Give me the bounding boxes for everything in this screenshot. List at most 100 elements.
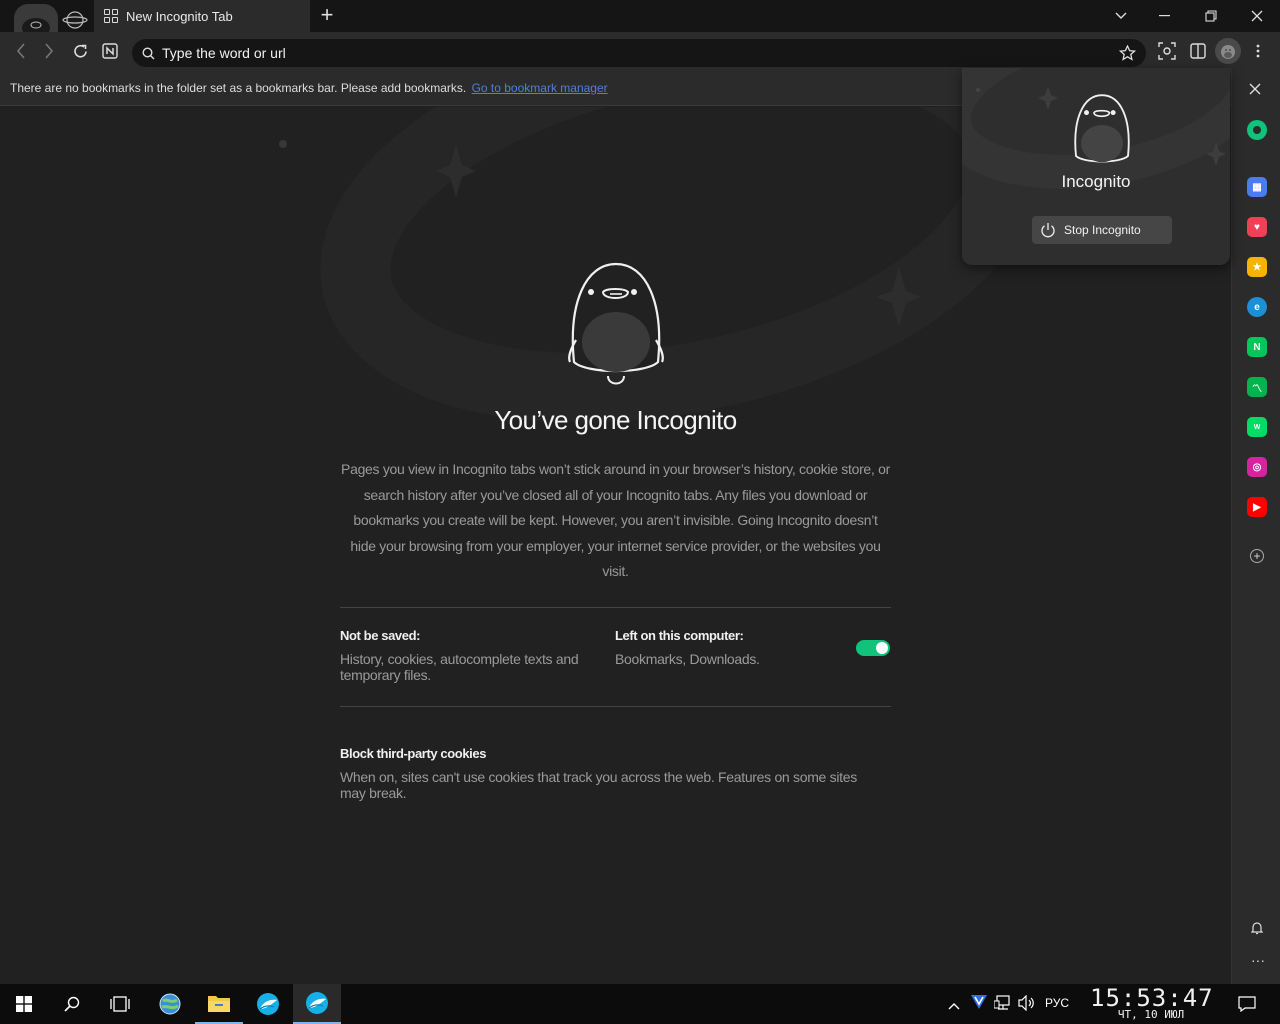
taskbar-search-button[interactable] [48, 984, 96, 1024]
left-on-computer-title: Left on this computer: [615, 628, 744, 643]
arrow-right-icon [45, 43, 54, 59]
sidebar-item-pocket[interactable]: ♥ [1247, 217, 1267, 237]
toggle-knob [876, 642, 888, 654]
sidebar-item-calendar[interactable]: ▦ [1247, 177, 1267, 197]
chevron-up-icon [948, 1003, 960, 1010]
instagram-icon: ◎ [1252, 461, 1262, 473]
split-view-button[interactable] [1187, 40, 1209, 62]
minimize-button[interactable] [1142, 0, 1188, 32]
incognito-avatar-icon [1221, 45, 1235, 59]
divider [340, 607, 891, 608]
more-horizontal-icon: ··· [1251, 952, 1265, 968]
page-title: You’ve gone Incognito [494, 405, 737, 435]
sidebar-more-button[interactable]: ··· [1251, 952, 1265, 968]
notifications-button[interactable] [1250, 921, 1264, 940]
search-icon [140, 45, 156, 61]
restore-button[interactable] [1188, 0, 1234, 32]
search-icon [64, 996, 80, 1012]
sidebar-item-youtube[interactable]: ▶ [1247, 497, 1267, 517]
arrow-left-icon [16, 43, 25, 59]
sidebar-item-green-dot[interactable] [1247, 120, 1267, 140]
capture-icon [1158, 42, 1176, 60]
sidebar-item-instagram[interactable]: ◎ [1247, 457, 1267, 477]
calendar-icon: ▦ [1252, 181, 1262, 193]
input-language[interactable]: РУС [1045, 996, 1069, 1010]
new-tab-button[interactable]: + [316, 4, 338, 26]
block-cookies-toggle[interactable] [856, 640, 890, 656]
menu-button[interactable] [1247, 40, 1269, 62]
sidebar-item-naver[interactable]: N [1247, 337, 1267, 357]
star-icon: ★ [1252, 261, 1262, 273]
action-center-button[interactable] [1230, 984, 1264, 1024]
title-bar: New Incognito Tab + [0, 0, 1280, 32]
plus-icon: + [1253, 549, 1261, 563]
taskbar-app-file-explorer[interactable] [195, 984, 243, 1024]
stop-incognito-label: Stop Incognito [1064, 223, 1141, 237]
tab-new-incognito[interactable]: New Incognito Tab [94, 0, 310, 32]
divider [340, 706, 891, 707]
address-input[interactable] [162, 45, 1062, 61]
pocket-icon: ♥ [1254, 221, 1260, 233]
tray-vpn-icon[interactable] [970, 994, 988, 1015]
tray-overflow-button[interactable] [948, 997, 960, 1015]
incognito-penguin-logo [568, 262, 664, 385]
tray-network-icon[interactable] [993, 995, 1012, 1016]
bookmark-manager-link[interactable]: Go to bookmark manager [472, 81, 608, 95]
not-saved-title: Not be saved: [340, 628, 421, 643]
task-view-button[interactable] [96, 984, 144, 1024]
sidebar-item-edge[interactable]: e [1247, 297, 1267, 317]
profile-button[interactable] [1215, 38, 1241, 64]
speaker-icon [1018, 994, 1034, 1012]
reload-button[interactable] [69, 40, 91, 62]
v-shield-icon [971, 995, 987, 1009]
notification-icon [1238, 996, 1256, 1012]
naver-icon: N [1253, 341, 1261, 353]
incognito-popup: Incognito Stop Incognito [962, 68, 1230, 265]
globe-app-icon [159, 993, 181, 1015]
start-button[interactable] [0, 984, 48, 1024]
taskbar-app-browser[interactable] [146, 984, 194, 1024]
split-view-icon [1190, 43, 1206, 59]
whale-browser-icon [306, 992, 328, 1014]
tabs-grid-icon [104, 9, 118, 23]
close-sidebar-button[interactable] [1249, 82, 1261, 100]
pinned-tab[interactable] [14, 4, 58, 32]
edge-icon: e [1254, 301, 1260, 313]
chevron-down-icon [1115, 12, 1127, 19]
close-button[interactable] [1234, 0, 1280, 32]
bookmark-star-icon[interactable] [1118, 44, 1137, 66]
tab-search-button[interactable] [1098, 0, 1144, 32]
pinned-tab-planet[interactable] [60, 4, 92, 32]
naver-home-button[interactable] [99, 40, 121, 62]
whale-browser-icon [257, 993, 279, 1015]
back-button[interactable] [10, 40, 32, 62]
windows-logo-icon [16, 996, 32, 1012]
webtoon-icon: W [1253, 423, 1261, 431]
sidebar-item-chart[interactable]: 〽 [1247, 377, 1267, 397]
green-ring-icon [1253, 126, 1261, 134]
not-saved-text: History, cookies, autocomplete texts and… [340, 651, 579, 683]
screen-capture-button[interactable] [1156, 40, 1178, 62]
tray-volume-icon[interactable] [1018, 994, 1036, 1016]
taskbar-app-whale[interactable] [244, 984, 292, 1024]
power-icon [1041, 223, 1055, 238]
taskbar-app-whale-active[interactable] [293, 984, 341, 1024]
naver-n-icon [102, 43, 118, 59]
reload-icon [73, 44, 87, 57]
taskbar-clock[interactable]: 15:53:47 ЧТ, 10 ИЮЛ [1090, 984, 1213, 1024]
add-sidebar-item-button[interactable]: + [1250, 549, 1264, 563]
address-bar[interactable] [132, 39, 1146, 67]
minimize-icon [1159, 15, 1170, 17]
tab-title: New Incognito Tab [126, 8, 233, 24]
bell-icon [1250, 922, 1264, 935]
chart-icon: 〽 [1252, 383, 1262, 395]
close-icon [1251, 10, 1263, 22]
close-icon [1249, 83, 1261, 95]
restore-icon [1205, 10, 1217, 22]
forward-button[interactable] [38, 40, 60, 62]
side-panel: ▦ ♥ ★ e N 〽 W ◎ ▶ + ··· [1231, 68, 1280, 984]
block-cookies-title: Block third-party cookies [340, 746, 487, 761]
sidebar-item-webtoon[interactable]: W [1247, 417, 1267, 437]
stop-incognito-button[interactable]: Stop Incognito [1032, 216, 1172, 244]
sidebar-item-favorites[interactable]: ★ [1247, 257, 1267, 277]
